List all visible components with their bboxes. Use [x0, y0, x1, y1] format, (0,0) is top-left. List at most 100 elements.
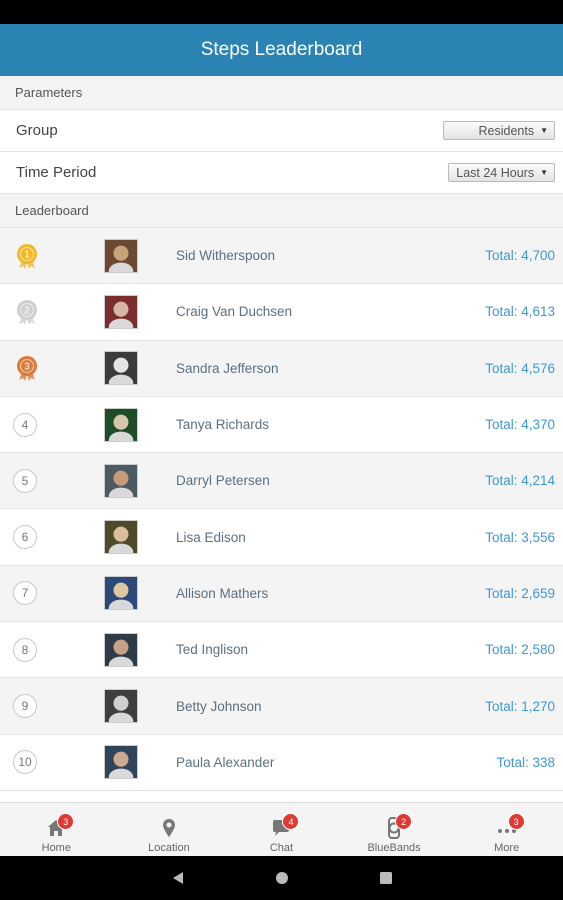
resident-name: Ted Inglison [176, 642, 249, 658]
notification-badge: 4 [282, 813, 300, 830]
step-total: Total: 4,613 [485, 304, 555, 320]
resident-name: Sid Witherspoon [176, 248, 276, 264]
resident-name: Tanya Richards [176, 417, 270, 433]
leaderboard-row[interactable]: 1 Sid Witherspoon Total: 4,700 [0, 228, 563, 285]
watch-icon: 2 [383, 813, 413, 839]
avatar [104, 689, 138, 724]
leaderboard-row[interactable]: 7 Allison Mathers Total: 2,659 [0, 565, 563, 623]
tab-label: Home [41, 842, 71, 854]
step-total: Total: 4,214 [485, 473, 555, 489]
system-nav-bar [0, 856, 563, 900]
page-title: Steps Leaderboard [200, 39, 363, 60]
resident-name: Craig Van Duchsen [176, 304, 293, 320]
leaderboard-row[interactable]: 3 Sandra Jefferson Total: 4,576 [0, 340, 563, 397]
tab-location[interactable]: Location [113, 803, 226, 856]
leaderboard-list: 1 Sid Witherspoon Total: 4,700 2 Craig Van D… [0, 228, 563, 791]
group-label: Group [16, 122, 58, 139]
app-bar: Steps Leaderboard [0, 24, 563, 76]
step-total: Total: 4,370 [485, 417, 555, 433]
tab-bluebands[interactable]: 2 BlueBands [338, 803, 451, 856]
rank-cell: 6 [0, 525, 104, 550]
rank-cell: 1 [0, 242, 104, 270]
leaderboard-row[interactable]: 4 Tanya Richards Total: 4,370 [0, 397, 563, 454]
rank-number: 9 [13, 694, 37, 719]
location-pin-icon [158, 817, 180, 839]
step-total: Total: 3,556 [485, 529, 555, 545]
notification-badge: 3 [57, 813, 75, 830]
bottom-tab-bar: 3 Home Location 4 Chat 2 BlueBands 3 More [0, 802, 563, 856]
leaderboard-row[interactable]: 9 Betty Johnson Total: 1,270 [0, 678, 563, 735]
rank-number: 3 [24, 362, 30, 373]
home-nav-icon[interactable] [275, 871, 289, 885]
rank-number: 5 [13, 468, 37, 493]
time-period-row: Time Period Last 24 Hours ▼ [0, 152, 563, 194]
step-total: Total: 338 [496, 754, 555, 770]
avatar [104, 294, 138, 329]
step-total: Total: 4,576 [485, 360, 555, 376]
leaderboard-content[interactable]: Parameters Group Residents ▼ Time Period… [0, 76, 563, 802]
leaderboard-row[interactable]: 8 Ted Inglison Total: 2,580 [0, 622, 563, 679]
leaderboard-row[interactable]: 2 Craig Van Duchsen Total: 4,613 [0, 284, 563, 341]
step-total: Total: 1,270 [485, 698, 555, 714]
avatar [104, 238, 138, 273]
time-period-label: Time Period [16, 164, 97, 181]
rank-cell: 10 [0, 750, 104, 775]
status-bar [0, 0, 563, 24]
leaderboard-row[interactable]: 10 Paula Alexander Total: 338 [0, 735, 563, 791]
avatar [104, 745, 138, 780]
back-icon[interactable] [171, 871, 185, 885]
step-total: Total: 2,580 [485, 642, 555, 658]
rank-number: 4 [13, 412, 37, 437]
tab-label: BlueBands [367, 842, 421, 854]
time-period-dropdown[interactable]: Last 24 Hours ▼ [448, 163, 555, 182]
resident-name: Lisa Edison [176, 529, 246, 545]
rank-cell: 8 [0, 637, 104, 662]
more-dots-icon: 3 [496, 813, 525, 839]
caret-down-icon: ▼ [540, 126, 548, 135]
rank-cell: 4 [0, 412, 104, 437]
rank-number: 8 [13, 637, 37, 662]
notification-badge: 3 [507, 813, 525, 830]
rank-number: 6 [13, 525, 37, 550]
tab-more[interactable]: 3 More [450, 803, 563, 856]
rank-number: 2 [24, 305, 30, 316]
resident-name: Allison Mathers [176, 585, 269, 601]
avatar [104, 407, 138, 442]
caret-down-icon: ▼ [540, 168, 548, 177]
step-total: Total: 2,659 [485, 585, 555, 601]
resident-name: Sandra Jefferson [176, 360, 279, 376]
rank-number: 7 [13, 581, 37, 606]
avatar [104, 632, 138, 667]
rank-cell: 3 [0, 354, 104, 382]
recents-icon[interactable] [379, 871, 393, 885]
tab-label: Chat [269, 842, 294, 854]
chat-icon: 4 [270, 813, 300, 839]
bronze-medal-icon: 3 [17, 356, 37, 382]
notification-badge: 2 [395, 813, 413, 830]
leaderboard-header: Leaderboard [0, 194, 563, 228]
time-period-dropdown-value: Last 24 Hours [456, 165, 535, 180]
resident-name: Paula Alexander [176, 754, 275, 770]
leaderboard-row[interactable]: 6 Lisa Edison Total: 3,556 [0, 509, 563, 566]
rank-cell: 5 [0, 468, 104, 493]
home-icon: 3 [45, 813, 75, 839]
avatar [104, 463, 138, 498]
rank-cell: 2 [0, 298, 104, 326]
avatar [104, 576, 138, 611]
group-dropdown-value: Residents [478, 123, 535, 138]
resident-name: Darryl Petersen [176, 473, 270, 489]
group-dropdown[interactable]: Residents ▼ [443, 121, 555, 140]
tab-chat[interactable]: 4 Chat [225, 803, 338, 856]
tab-label: Location [148, 842, 190, 854]
silver-medal-icon: 2 [17, 299, 37, 325]
resident-name: Betty Johnson [176, 698, 262, 714]
step-total: Total: 4,700 [485, 248, 555, 264]
leaderboard-row[interactable]: 5 Darryl Petersen Total: 4,214 [0, 453, 563, 510]
tab-label: More [494, 842, 520, 854]
tab-home[interactable]: 3 Home [0, 803, 113, 856]
gold-medal-icon: 1 [17, 243, 37, 269]
avatar [104, 520, 138, 555]
group-row: Group Residents ▼ [0, 110, 563, 152]
rank-number: 1 [24, 249, 30, 260]
avatar [104, 351, 138, 386]
